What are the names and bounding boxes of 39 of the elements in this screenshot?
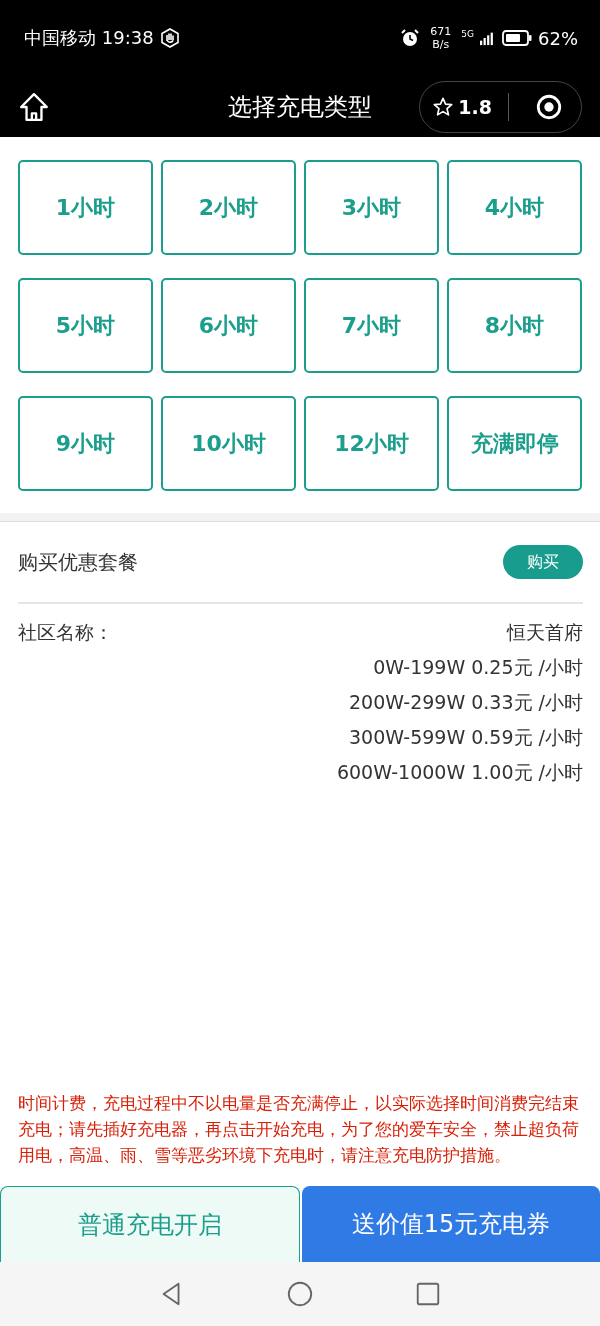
- duration-option[interactable]: 6小时: [161, 278, 296, 373]
- star-icon[interactable]: [432, 95, 455, 118]
- page-title: 选择充电类型: [228, 91, 372, 123]
- battery-icon: [502, 30, 532, 46]
- package-label: 购买优惠套餐: [18, 548, 138, 576]
- rating-value: 1.8: [458, 95, 492, 118]
- community-name: 恒天首府: [507, 620, 583, 645]
- duration-option[interactable]: 8小时: [447, 278, 582, 373]
- duration-option[interactable]: 1小时: [18, 160, 153, 255]
- network-label: 5G: [461, 29, 474, 39]
- start-charging-button[interactable]: 普通充电开启: [0, 1186, 300, 1262]
- duration-option[interactable]: 充满即停: [447, 396, 582, 491]
- price-label: 200W-299W 0.33元 /小时: [349, 690, 583, 715]
- duration-option[interactable]: 7小时: [304, 278, 439, 373]
- price-label: 600W-1000W 1.00元 /小时: [336, 760, 583, 785]
- target-icon[interactable]: [535, 92, 563, 121]
- duration-option[interactable]: 10小时: [161, 396, 296, 491]
- coupon-button[interactable]: 送价值15元充电券: [302, 1186, 600, 1262]
- battery-percent: 62%: [538, 27, 578, 49]
- buy-button[interactable]: 购买: [503, 545, 583, 579]
- duration-option[interactable]: 4小时: [447, 160, 582, 255]
- home-nav-icon[interactable]: [286, 1280, 314, 1308]
- duration-option[interactable]: 2小时: [161, 160, 296, 255]
- community-label: 社区名称：: [18, 620, 113, 645]
- price-label: 0W-199W 0.25元 /小时: [373, 655, 583, 680]
- home-icon[interactable]: [18, 90, 50, 123]
- duration-option[interactable]: 5小时: [18, 278, 153, 373]
- duration-option[interactable]: 3小时: [304, 160, 439, 255]
- notice-text: 时间计费，充电过程中不以电量是否充满停止，以实际选择时间消费完结束充电；请先插好充电器，再点击开始充电，为了您的爱车安全，禁止超负荷用电，高温、雨、雪等恶劣环境下充电时，请注意充电防护措施。: [17, 1092, 580, 1167]
- price-label: 300W-599W 0.59元 /小时: [349, 725, 583, 750]
- signal-icon: [480, 30, 496, 46]
- carrier-time: 中国移动 19:38: [24, 26, 154, 50]
- recents-icon[interactable]: [414, 1280, 442, 1308]
- hand-icon: [159, 28, 180, 48]
- duration-option[interactable]: 9小时: [18, 396, 153, 491]
- speed-value: 671: [430, 25, 452, 38]
- alarm-icon: [400, 28, 421, 48]
- speed-unit: B/s: [432, 38, 450, 51]
- duration-option[interactable]: 12小时: [304, 396, 439, 491]
